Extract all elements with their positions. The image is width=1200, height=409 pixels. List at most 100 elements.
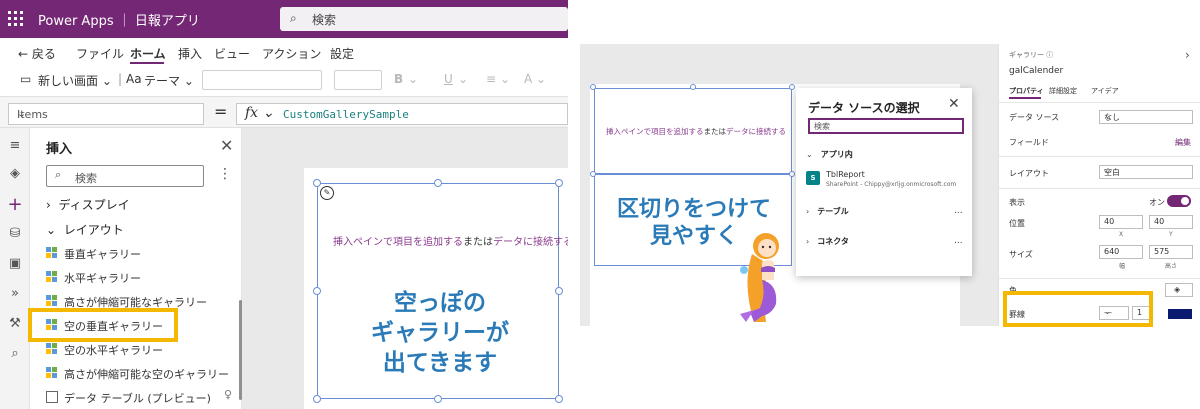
annotation-line: 出てきます <box>382 350 498 376</box>
more-options-icon[interactable]: ... <box>954 236 963 246</box>
hint-insert-link[interactable]: 挿入ペインで項目を追加する <box>606 127 704 136</box>
tables-section[interactable]: › テーブル <box>806 206 849 217</box>
theme-button[interactable]: テーマ ⌄ <box>144 72 194 89</box>
data-source-search-input[interactable]: 検索 <box>808 118 964 134</box>
menu-action[interactable]: アクション <box>262 45 321 62</box>
hint-insert-link[interactable]: 挿入ペインで項目を追加する <box>333 237 463 248</box>
media-icon[interactable]: ▣ <box>7 256 23 271</box>
edit-pencil-icon[interactable]: ✎ <box>320 186 334 200</box>
bold-button[interactable]: B <box>394 72 403 86</box>
power-automate-icon[interactable]: » <box>7 286 23 301</box>
font-size-dropdown[interactable] <box>334 70 382 90</box>
resize-handle[interactable] <box>555 179 563 187</box>
font-family-dropdown[interactable] <box>202 70 322 90</box>
resize-handle[interactable] <box>590 84 596 90</box>
info-icon[interactable]: ♀ <box>224 388 232 401</box>
list-item-blank-flexible-gallery[interactable]: 高さが伸縮可能な空のギャラリー <box>46 364 236 384</box>
resize-handle[interactable] <box>313 179 321 187</box>
menu-file[interactable]: ファイル <box>76 45 124 62</box>
gallery-icon <box>46 367 58 379</box>
connectors-section[interactable]: › コネクタ <box>806 236 849 247</box>
mermaid-illustration <box>740 233 779 322</box>
resize-handle[interactable] <box>313 395 321 403</box>
resize-handle[interactable] <box>590 171 596 177</box>
data-source-panel: データ ソースの選択 ✕ 検索 ⌄ アプリ内 S TblReport ShareP… <box>796 88 972 276</box>
annotation-line: 区切りをつけて <box>616 197 771 222</box>
fields-edit-link[interactable]: 編集 <box>1175 137 1191 148</box>
back-button[interactable]: ← 戻る <box>18 45 56 62</box>
border-color-swatch[interactable] <box>1168 309 1192 319</box>
align-icon[interactable]: ≡ <box>486 72 496 86</box>
tab-properties[interactable]: プロパティ <box>1009 86 1044 96</box>
table-name[interactable]: TblReport <box>826 170 865 179</box>
fill-color-button[interactable]: ◈ <box>1165 283 1193 297</box>
fields-label: フィールド <box>1009 138 1049 147</box>
search-icon: ⌕ <box>55 168 62 181</box>
new-screen-button[interactable]: 新しい画面 ⌄ <box>38 72 112 89</box>
visible-toggle[interactable] <box>1167 195 1191 207</box>
layout-label: レイアウト <box>1009 169 1049 178</box>
menu-view[interactable]: ビュー <box>214 45 250 62</box>
formula-input[interactable]: fx ⌄ CustomGallerySample <box>236 103 568 125</box>
underline-chevron-icon[interactable]: ⌄ <box>458 72 468 86</box>
tree-view-icon[interactable]: ◈ <box>7 166 23 181</box>
data-source-title: データ ソースの選択 <box>808 101 920 115</box>
layout-dropdown[interactable]: 空白 ⌄ <box>1099 165 1193 179</box>
font-size-chevron-icon[interactable]: ⌄ <box>536 72 546 86</box>
list-item-vertical-gallery[interactable]: 垂直ギャラリー <box>46 244 236 264</box>
menu-insert[interactable]: 挿入 <box>178 45 202 62</box>
fx-icon[interactable]: fx ⌄ <box>245 105 274 121</box>
list-item-horizontal-gallery[interactable]: 水平ギャラリー <box>46 268 236 288</box>
insert-search-placeholder: 検索 <box>75 172 97 185</box>
insert-icon[interactable]: + <box>7 194 23 215</box>
search-rail-icon[interactable]: ⌕ <box>7 346 23 361</box>
tools-icon[interactable]: ⚒ <box>7 316 23 331</box>
bold-chevron-icon[interactable]: ⌄ <box>408 72 418 86</box>
underline-button[interactable]: U <box>444 72 453 86</box>
close-icon[interactable]: ✕ <box>948 96 960 112</box>
gallery-icon <box>46 295 58 307</box>
property-dropdown[interactable]: Items ⌄ <box>8 103 204 125</box>
resize-handle[interactable] <box>690 84 696 90</box>
menu-settings[interactable]: 設定 <box>330 45 354 62</box>
resize-handle[interactable] <box>434 179 442 187</box>
chevron-right-icon[interactable]: › <box>1185 48 1190 62</box>
tab-ideas[interactable]: アイデア <box>1091 86 1119 96</box>
menu-home[interactable]: ホーム <box>130 45 166 62</box>
more-options-icon[interactable]: ... <box>954 206 963 216</box>
section-layout-label: レイアウト <box>63 223 124 237</box>
resize-handle[interactable] <box>789 84 795 90</box>
search-icon: ⌕ <box>290 11 297 25</box>
resize-handle[interactable] <box>434 395 442 403</box>
properties-pane: ギャラリー ⓘ › galCalender プロパティ 詳細設定 アイデア デー… <box>998 44 1200 326</box>
chevron-down-icon: ⌄ <box>17 107 27 120</box>
resize-handle[interactable] <box>555 395 563 403</box>
data-source-dropdown[interactable]: なし ⌄ <box>1099 110 1193 124</box>
section-layout[interactable]: ⌄ レイアウト <box>46 221 124 238</box>
hamburger-icon[interactable]: ≡ <box>7 138 23 153</box>
height-input[interactable]: 575 <box>1149 245 1193 259</box>
top-search-input[interactable]: ⌕ 検索 <box>280 7 568 31</box>
list-item-blank-horizontal-gallery[interactable]: 空の水平ギャラリー <box>46 340 236 360</box>
tab-advanced[interactable]: 詳細設定 <box>1049 86 1077 96</box>
hint-connect-link[interactable]: データに接続する <box>726 127 786 136</box>
align-chevron-icon[interactable]: ⌄ <box>500 72 510 86</box>
chevron-down-icon: ⌄ <box>1104 111 1111 120</box>
list-item-label: 高さが伸縮可能な空のギャラリー <box>64 368 229 381</box>
data-icon[interactable]: ⛁ <box>7 226 23 241</box>
more-options-icon[interactable]: ⋮ <box>218 166 232 182</box>
list-item-data-table[interactable]: データ テーブル (プレビュー) ♀ <box>46 388 236 408</box>
insert-search-input[interactable]: ⌕ 検索 <box>46 165 204 187</box>
hint-connect-link[interactable]: データに接続する <box>493 237 568 248</box>
width-input[interactable]: 640 <box>1099 245 1143 259</box>
position-y-input[interactable]: 40 <box>1149 215 1193 229</box>
app-launcher-icon[interactable] <box>8 11 24 27</box>
in-app-section[interactable]: ⌄ アプリ内 <box>806 149 853 160</box>
font-size-button[interactable]: A <box>524 72 532 86</box>
chevron-down-icon: ⌄ <box>1104 166 1111 175</box>
close-icon[interactable]: ✕ <box>220 136 233 155</box>
position-x-input[interactable]: 40 <box>1099 215 1143 229</box>
section-display[interactable]: › ディスプレイ <box>46 196 130 213</box>
resize-handle[interactable] <box>789 171 795 177</box>
chevron-right-icon: › <box>806 207 810 216</box>
